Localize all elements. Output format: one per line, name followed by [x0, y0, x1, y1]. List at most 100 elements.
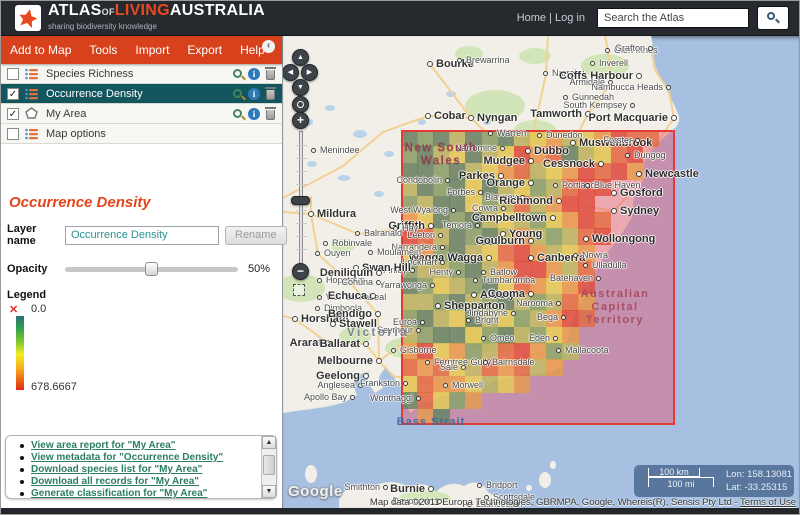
zoom-tick [296, 158, 307, 159]
brand-atlas: ATLAS [48, 2, 102, 19]
panel-title: Occurrence Density [9, 194, 276, 211]
link-generate-classification-[interactable]: Generate classification for "My Area" [31, 488, 207, 498]
layer-list-icon [25, 88, 40, 100]
menu-import[interactable]: Import [126, 43, 178, 57]
layer-label: Occurrence Density [46, 88, 233, 100]
action-link-row: Download species list for "My Area" [14, 464, 259, 475]
reset-view-button[interactable] [292, 96, 309, 113]
legend-x-icon: ✕ [9, 303, 18, 316]
map-attribution: Map data ©2011 Europa Technologies, GBRM… [370, 497, 796, 508]
bullet-icon [20, 456, 24, 460]
delete-layer-icon[interactable] [266, 70, 275, 80]
brand-title: ATLASOFLIVINGAUSTRALIA sharing biodivers… [48, 4, 265, 33]
scrollbar-track[interactable] [262, 449, 276, 485]
ala-logo[interactable] [15, 5, 41, 31]
scroll-up-button[interactable]: ▲ [262, 436, 276, 449]
search-button[interactable] [757, 6, 789, 30]
scale-mi: 100 mi [648, 477, 714, 487]
drag-zoom-tool[interactable] [293, 284, 305, 296]
delete-layer-icon[interactable] [266, 110, 275, 120]
menu-export[interactable]: Export [178, 43, 231, 57]
menu-add-to-map[interactable]: Add to Map [1, 43, 80, 57]
terms-of-use-link[interactable]: Terms of Use [740, 497, 796, 508]
layer-list-icon [25, 128, 40, 140]
legend-min-value: 0.0 [31, 303, 46, 315]
zoom-out-button[interactable]: − [292, 263, 309, 280]
scrollbar-thumb[interactable] [263, 455, 275, 475]
opacity-slider[interactable] [65, 267, 238, 272]
link-view-metadata-for-occur[interactable]: View metadata for "Occurrence Density" [31, 452, 223, 463]
layer-info-icon[interactable]: i [248, 68, 260, 80]
zoom-to-layer-icon[interactable] [233, 89, 242, 98]
layer-checkbox[interactable] [7, 68, 19, 80]
scroll-down-button[interactable]: ▼ [262, 485, 276, 498]
link-view-area-report-for-my[interactable]: View area report for "My Area" [31, 440, 176, 451]
header-bar: ATLASOFLIVINGAUSTRALIA sharing biodivers… [1, 1, 799, 36]
layer-row-species-richness[interactable]: Species Richness i [1, 64, 282, 84]
action-links-panel: View area report for "My Area"View metad… [5, 435, 277, 499]
map-canvas[interactable]: BourkeBrewarrinaNarrabriGlen InnesInvere… [283, 36, 799, 508]
scale-coords-box: 100 km 100 mi Lon: 158.13081 Lat: -33.25… [634, 465, 794, 497]
zoom-tick [296, 223, 307, 224]
bullet-icon [20, 444, 24, 448]
brand-living: LIVING [115, 2, 170, 19]
delete-layer-icon[interactable] [266, 90, 275, 100]
menu-tools[interactable]: Tools [80, 43, 126, 57]
zoom-in-button[interactable]: + [292, 112, 309, 129]
polygon-icon [25, 107, 40, 120]
home-login-links[interactable]: Home | Log in [517, 12, 585, 24]
layer-name-input[interactable] [65, 226, 219, 245]
sidebar: Add to MapToolsImportExportHelp‹ Species… [1, 36, 283, 508]
action-link-row: Generate classification for "My Area" [14, 488, 259, 498]
opacity-label: Opacity [7, 263, 65, 275]
search-icon [767, 12, 775, 20]
layer-detail-panel: Occurrence Density Layer name Rename Opa… [1, 194, 282, 403]
zoom-tick [296, 145, 307, 146]
layer-checkbox[interactable]: ✓ [7, 108, 19, 120]
layer-row-map-options[interactable]: Map options [1, 124, 282, 144]
layer-checkbox[interactable]: ✓ [7, 88, 19, 100]
link-download-species-list-fo[interactable]: Download species list for "My Area" [31, 464, 202, 475]
attribution-text: Map data ©2011 Europa Technologies, GBRM… [370, 497, 740, 508]
latitude-value: Lat: -33.25315 [726, 481, 792, 494]
bullet-icon [20, 480, 24, 484]
bullet-icon [20, 492, 24, 496]
my-area-border [401, 130, 675, 425]
zoom-tick [296, 210, 307, 211]
brand-australia: AUSTRALIA [170, 2, 265, 19]
link-download-all-records-for[interactable]: Download all records for "My Area" [31, 476, 199, 487]
search-input[interactable] [597, 8, 749, 28]
sidebar-collapse-button[interactable]: ‹ [262, 40, 275, 53]
window-footer-bar [1, 508, 799, 514]
zoom-to-layer-icon[interactable] [233, 69, 242, 78]
legend-gradient-bar [16, 316, 24, 390]
zoom-tick [296, 171, 307, 172]
pan-right-button[interactable]: ▶ [301, 64, 318, 81]
legend: ✕ 0.0 678.6667 [7, 303, 276, 403]
rename-button[interactable]: Rename [225, 226, 287, 245]
layer-info-icon[interactable]: i [248, 88, 260, 100]
layer-row-my-area[interactable]: ✓ My Area i [1, 104, 282, 124]
zoom-to-layer-icon[interactable] [233, 109, 242, 118]
layer-checkbox[interactable] [7, 128, 19, 140]
legend-label: Legend [7, 289, 276, 301]
layer-label: Map options [46, 128, 282, 140]
layer-label: My Area [46, 108, 233, 120]
pan-down-button[interactable]: ▼ [292, 79, 309, 96]
zoom-tick [296, 249, 307, 250]
action-link-row: Download all records for "My Area" [14, 476, 259, 487]
opacity-slider-handle[interactable] [145, 262, 158, 276]
zoom-tick [296, 184, 307, 185]
zoom-tick [296, 236, 307, 237]
layer-list: Species Richness i ✓ Occurrence Density i ✓ My… [1, 64, 282, 144]
action-link-row: View metadata for "Occurrence Density" [14, 452, 259, 463]
zoom-slider-handle[interactable] [291, 196, 310, 205]
sidebar-menubar: Add to MapToolsImportExportHelp‹ [1, 36, 282, 64]
layer-row-occurrence-density[interactable]: ✓ Occurrence Density i [1, 84, 282, 104]
layer-list-icon [25, 68, 40, 80]
layer-label: Species Richness [46, 68, 233, 80]
cursor-coordinates: Lon: 158.13081 Lat: -33.25315 [726, 468, 792, 494]
occurrence-density-overlay [401, 130, 675, 425]
links-scrollbar[interactable]: ▲ ▼ [261, 436, 276, 498]
layer-info-icon[interactable]: i [248, 108, 260, 120]
